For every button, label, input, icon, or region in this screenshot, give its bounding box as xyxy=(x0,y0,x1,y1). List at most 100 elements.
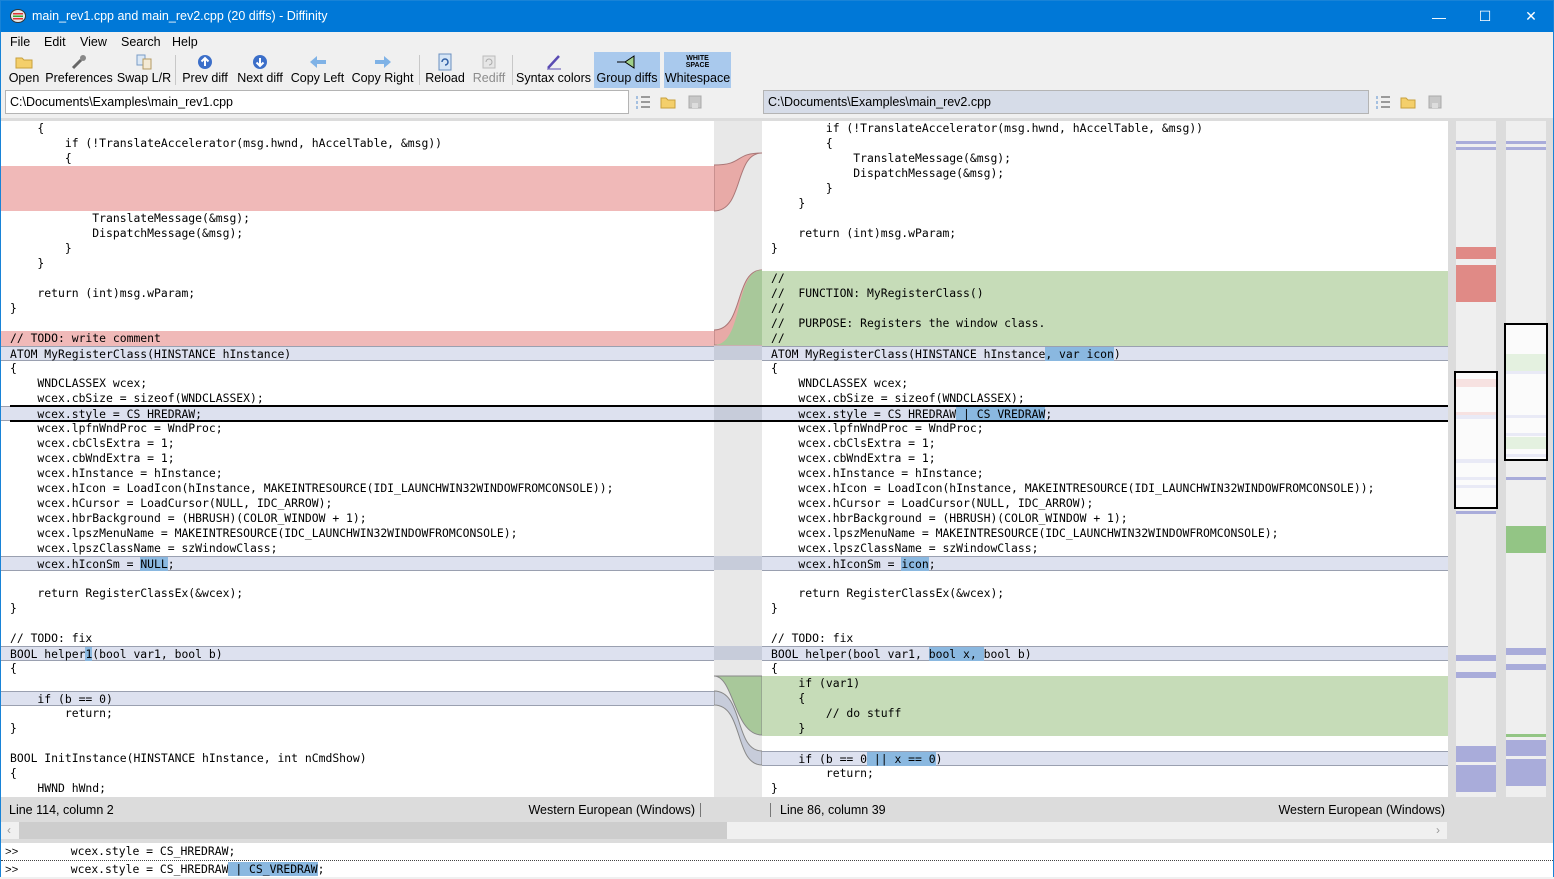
code-line[interactable]: } xyxy=(1,301,714,316)
added-line[interactable]: if (var1) xyxy=(762,676,1448,691)
added-line[interactable]: // xyxy=(762,301,1448,316)
rediff-button[interactable]: Rediff xyxy=(470,52,508,88)
code-line[interactable] xyxy=(762,211,1448,226)
left-encoding[interactable]: Western European (Windows) xyxy=(528,803,701,817)
deleted-line[interactable] xyxy=(1,196,714,211)
viewport-indicator[interactable] xyxy=(1454,371,1498,509)
changed-line[interactable]: ATOM MyRegisterClass(HINSTANCE hInstance… xyxy=(762,346,1448,361)
save-icon[interactable] xyxy=(1427,94,1443,110)
menu-edit[interactable]: Edit xyxy=(44,35,66,49)
scrollbar-thumb[interactable] xyxy=(19,822,727,839)
changed-line[interactable]: wcex.hIconSm = NULL; xyxy=(1,556,714,571)
code-line[interactable]: { xyxy=(1,121,714,136)
code-line[interactable]: BOOL InitInstance(HINSTANCE hInstance, i… xyxy=(1,751,714,766)
added-line[interactable]: // FUNCTION: MyRegisterClass() xyxy=(762,286,1448,301)
changed-line[interactable]: BOOL helper1(bool var1, bool b) xyxy=(1,646,714,661)
left-diff-map[interactable] xyxy=(1454,121,1498,797)
line-numbers-icon[interactable] xyxy=(635,94,651,110)
code-line[interactable]: return; xyxy=(1,706,714,721)
code-line[interactable] xyxy=(1,271,714,286)
code-line[interactable]: } xyxy=(762,181,1448,196)
deleted-line[interactable]: // TODO: write comment xyxy=(1,331,714,346)
code-line[interactable]: wcex.cbClsExtra = 1; xyxy=(762,436,1448,451)
added-line[interactable]: // xyxy=(762,271,1448,286)
changed-line[interactable]: wcex.style = CS_HREDRAW; xyxy=(1,406,714,421)
code-line[interactable]: return RegisterClassEx(&wcex); xyxy=(762,586,1448,601)
code-line[interactable]: wcex.lpszMenuName = MAKEINTRESOURCE(IDC_… xyxy=(1,526,714,541)
changed-line[interactable]: if (b == 0) xyxy=(1,691,714,706)
code-line[interactable]: // TODO: fix xyxy=(762,631,1448,646)
code-line[interactable]: } xyxy=(762,196,1448,211)
code-line[interactable]: wcex.hIcon = LoadIcon(hInstance, MAKEINT… xyxy=(1,481,714,496)
code-line[interactable]: { xyxy=(1,766,714,781)
code-line[interactable]: { xyxy=(762,361,1448,376)
menu-search[interactable]: Search xyxy=(121,35,161,49)
code-line[interactable]: wcex.hCursor = LoadCursor(NULL, IDC_ARRO… xyxy=(762,496,1448,511)
code-line[interactable] xyxy=(762,616,1448,631)
copy-left-button[interactable]: Copy Left xyxy=(290,52,345,88)
changed-line[interactable]: wcex.hIconSm = icon; xyxy=(762,556,1448,571)
added-line[interactable]: { xyxy=(762,691,1448,706)
code-line[interactable]: { xyxy=(762,661,1448,676)
code-line[interactable]: return (int)msg.wParam; xyxy=(762,226,1448,241)
maximize-button[interactable]: ☐ xyxy=(1462,1,1508,32)
added-line[interactable]: // do stuff xyxy=(762,706,1448,721)
changed-line[interactable]: if (b == 0 || x == 0) xyxy=(762,751,1448,766)
left-path-field[interactable]: C:\Documents\Examples\main_rev1.cpp xyxy=(5,90,629,114)
minimize-button[interactable]: — xyxy=(1416,1,1462,32)
open-folder-icon[interactable] xyxy=(660,94,676,110)
open-folder-icon[interactable] xyxy=(1400,94,1416,110)
menu-view[interactable]: View xyxy=(80,35,107,49)
left-editor-pane[interactable]: { if (!TranslateAccelerator(msg.hwnd, hA… xyxy=(1,121,714,797)
open-button[interactable]: Open xyxy=(7,52,41,88)
changed-line[interactable]: ATOM MyRegisterClass(HINSTANCE hInstance… xyxy=(1,346,714,361)
code-line[interactable] xyxy=(762,571,1448,586)
scroll-right-icon[interactable]: › xyxy=(1436,823,1440,837)
code-line[interactable]: WNDCLASSEX wcex; xyxy=(762,376,1448,391)
code-line[interactable]: wcex.lpszClassName = szWindowClass; xyxy=(1,541,714,556)
code-line[interactable]: if (!TranslateAccelerator(msg.hwnd, hAcc… xyxy=(1,136,714,151)
code-line[interactable]: { xyxy=(1,361,714,376)
code-line[interactable] xyxy=(762,736,1448,751)
added-line[interactable]: // PURPOSE: Registers the window class. xyxy=(762,316,1448,331)
code-line[interactable]: wcex.hbrBackground = (HBRUSH)(COLOR_WIND… xyxy=(762,511,1448,526)
code-line[interactable]: wcex.cbClsExtra = 1; xyxy=(1,436,714,451)
added-line[interactable]: // xyxy=(762,331,1448,346)
code-line[interactable]: // TODO: fix xyxy=(1,631,714,646)
preferences-button[interactable]: Preferences xyxy=(45,52,113,88)
code-line[interactable]: TranslateMessage(&msg); xyxy=(762,151,1448,166)
right-encoding[interactable]: Western European (Windows) xyxy=(1278,803,1445,817)
next-diff-button[interactable]: Next diff xyxy=(235,52,285,88)
reload-button[interactable]: Reload xyxy=(424,52,466,88)
code-line[interactable]: return; xyxy=(762,766,1448,781)
code-line[interactable]: wcex.cbSize = sizeof(WNDCLASSEX); xyxy=(762,391,1448,406)
code-line[interactable]: if (!TranslateAccelerator(msg.hwnd, hAcc… xyxy=(762,121,1448,136)
code-line[interactable]: wcex.hCursor = LoadCursor(NULL, IDC_ARRO… xyxy=(1,496,714,511)
code-line[interactable] xyxy=(1,571,714,586)
syntax-colors-button[interactable]: Syntax colors xyxy=(516,52,591,88)
code-line[interactable] xyxy=(1,616,714,631)
code-line[interactable]: return (int)msg.wParam; xyxy=(1,286,714,301)
added-line[interactable]: } xyxy=(762,721,1448,736)
code-line[interactable]: { xyxy=(762,136,1448,151)
code-line[interactable]: DispatchMessage(&msg); xyxy=(762,166,1448,181)
save-icon[interactable] xyxy=(687,94,703,110)
code-line[interactable]: } xyxy=(1,601,714,616)
code-line[interactable]: } xyxy=(1,241,714,256)
code-line[interactable]: wcex.lpszMenuName = MAKEINTRESOURCE(IDC_… xyxy=(762,526,1448,541)
copy-right-button[interactable]: Copy Right xyxy=(351,52,414,88)
code-line[interactable]: wcex.hbrBackground = (HBRUSH)(COLOR_WIND… xyxy=(1,511,714,526)
code-line[interactable] xyxy=(762,256,1448,271)
whitespace-toggle[interactable]: WHITE SPACE Whitespace xyxy=(664,52,731,88)
code-line[interactable]: WNDCLASSEX wcex; xyxy=(1,376,714,391)
right-diff-map[interactable] xyxy=(1504,121,1548,797)
code-line[interactable]: wcex.lpfnWndProc = WndProc; xyxy=(1,421,714,436)
code-line[interactable] xyxy=(1,676,714,691)
code-line[interactable]: wcex.cbSize = sizeof(WNDCLASSEX); xyxy=(1,391,714,406)
line-numbers-icon[interactable] xyxy=(1375,94,1391,110)
code-line[interactable]: HWND hWnd; xyxy=(1,781,714,796)
code-line[interactable]: } xyxy=(762,601,1448,616)
code-line[interactable]: wcex.hInstance = hInstance; xyxy=(1,466,714,481)
deleted-line[interactable] xyxy=(1,166,714,181)
menu-help[interactable]: Help xyxy=(172,35,198,49)
